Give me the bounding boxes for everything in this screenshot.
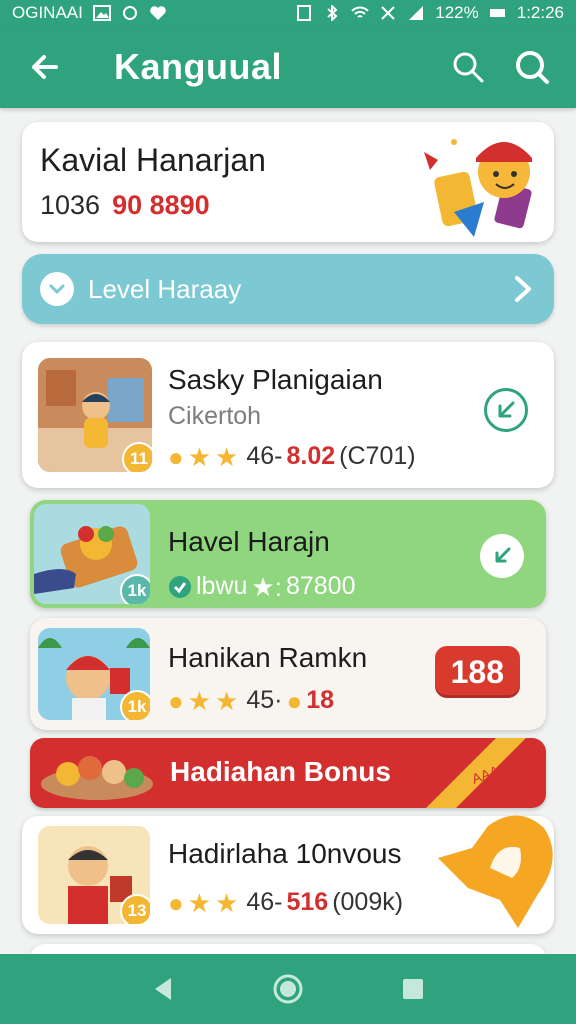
arrow-left-icon <box>32 55 58 79</box>
arrow-down-left-icon <box>495 547 511 563</box>
star-icon: ★: <box>251 571 282 602</box>
star-icon: ★ <box>215 887 239 918</box>
level-label: Level Haraay <box>88 273 242 304</box>
amount-badge: 188 <box>434 646 520 698</box>
item-price: 87800 <box>285 572 356 600</box>
clock: 1:2:26 <box>516 3 564 22</box>
rating-value: 46- <box>246 442 283 470</box>
search-button-2[interactable] <box>508 43 556 91</box>
star-icon: ★ <box>187 441 212 472</box>
search-icon <box>453 52 484 83</box>
item-thumbnail: 13 <box>38 826 150 924</box>
circle-home-icon <box>273 974 303 1004</box>
item-badge: 1k <box>120 574 150 604</box>
item-extra: (009k) <box>332 888 404 916</box>
item-title: Sasky Planigaian <box>168 364 383 395</box>
coin-icon: ● <box>286 685 303 716</box>
star-icon: ★ <box>187 685 212 716</box>
chevron-down-icon <box>40 272 74 306</box>
status-bar: OGINAAI 122% 1:2:26 <box>0 0 576 26</box>
rating-value: 45· <box>246 686 283 714</box>
item-badge: 13 <box>120 894 150 924</box>
item-thumbnail: 1k <box>34 504 150 604</box>
coin-icon: ● <box>168 685 184 716</box>
list-item[interactable]: 1k Hanikan Ramkn ● ★ ★ 45· ● 18 188 <box>30 618 546 730</box>
bonus-banner[interactable]: Hadiahan Bonus AAAAAA <box>30 738 546 808</box>
battery-icon <box>489 9 505 17</box>
profile-points: 90 8890 <box>112 190 210 220</box>
item-rating: ● ★ ★ 46- 516 (009k) <box>168 888 403 917</box>
chevron-right-icon <box>515 276 531 302</box>
profile-name: Kavial Hanarjan <box>40 142 266 178</box>
profile-id: 1036 <box>40 190 101 220</box>
nav-recents-button[interactable] <box>393 969 433 1009</box>
item-action-button[interactable] <box>484 388 528 432</box>
item-thumbnail: 1k <box>38 628 150 720</box>
item-title: Hadirlaha 10nvous <box>168 838 402 869</box>
bluetooth-icon <box>327 5 338 21</box>
item-extra: (C701) <box>339 442 416 470</box>
item-title: Havel Harajn <box>168 526 330 557</box>
coin-icon: ● <box>168 887 184 918</box>
arrow-down-left-icon <box>498 401 515 418</box>
nav-bar <box>0 954 576 1024</box>
no-sim-icon <box>381 6 395 20</box>
item-action-button[interactable] <box>480 534 524 578</box>
item-tag: lbwu <box>196 572 248 600</box>
ribbon-image: AAAAAA <box>426 738 528 808</box>
item-rating: ● ★ ★ 45· ● 18 <box>168 686 334 715</box>
item-thumbnail: 11 <box>38 358 152 472</box>
triangle-back-icon <box>154 978 171 1000</box>
item-price: 516 <box>286 888 329 916</box>
app-bar: Kanguual <box>0 26 576 108</box>
nav-back-button[interactable] <box>143 969 183 1009</box>
level-bar[interactable]: Level Haraay <box>22 254 554 324</box>
item-price: 8.02 <box>286 442 336 470</box>
mascot-image <box>414 122 554 242</box>
heart-icon <box>150 6 166 20</box>
check-circle-icon <box>169 575 191 598</box>
profile-card[interactable]: Kavial Hanarjan 1036 90 8890 <box>22 122 554 242</box>
list-item[interactable]: 11 Sasky Planigaian Cikertoh ● ★ ★ 46- 8… <box>22 342 554 488</box>
wifi-icon <box>351 6 369 18</box>
food-image <box>41 756 153 800</box>
sync-icon <box>122 6 137 20</box>
item-title: Hanikan Ramkn <box>168 642 368 673</box>
page-title: Kanguual <box>114 46 283 87</box>
star-icon: ★ <box>215 441 239 472</box>
item-rating: lbwu ★: 87800 <box>168 572 356 601</box>
list-item[interactable]: 1k Havel Harajn lbwu ★: 87800 <box>30 500 546 608</box>
coin-icon: ● <box>168 441 184 472</box>
item-rating: ● ★ ★ 46- 8.02 (C701) <box>168 442 416 471</box>
carrier-label: OGINAAI <box>12 3 83 22</box>
image-icon <box>92 5 111 21</box>
item-badge: 1k <box>120 690 150 720</box>
bell-badge-icon[interactable] <box>428 808 558 938</box>
battery-percent: 122% <box>435 3 479 22</box>
bonus-label: Hadiahan Bonus <box>170 756 391 787</box>
rating-value: 46- <box>246 888 283 916</box>
item-badge: 11 <box>122 442 152 472</box>
item-subtitle: Cikertoh <box>168 402 262 430</box>
star-icon: ★ <box>215 685 239 716</box>
star-icon: ★ <box>187 887 212 918</box>
search-button[interactable] <box>444 43 492 91</box>
signal-icon <box>409 6 424 20</box>
back-button[interactable] <box>20 43 68 91</box>
nav-home-button[interactable] <box>268 969 308 1009</box>
item-price: 18 <box>306 686 335 714</box>
search-icon <box>516 51 549 84</box>
nfc-icon <box>297 5 312 21</box>
square-recents-icon <box>403 979 424 999</box>
